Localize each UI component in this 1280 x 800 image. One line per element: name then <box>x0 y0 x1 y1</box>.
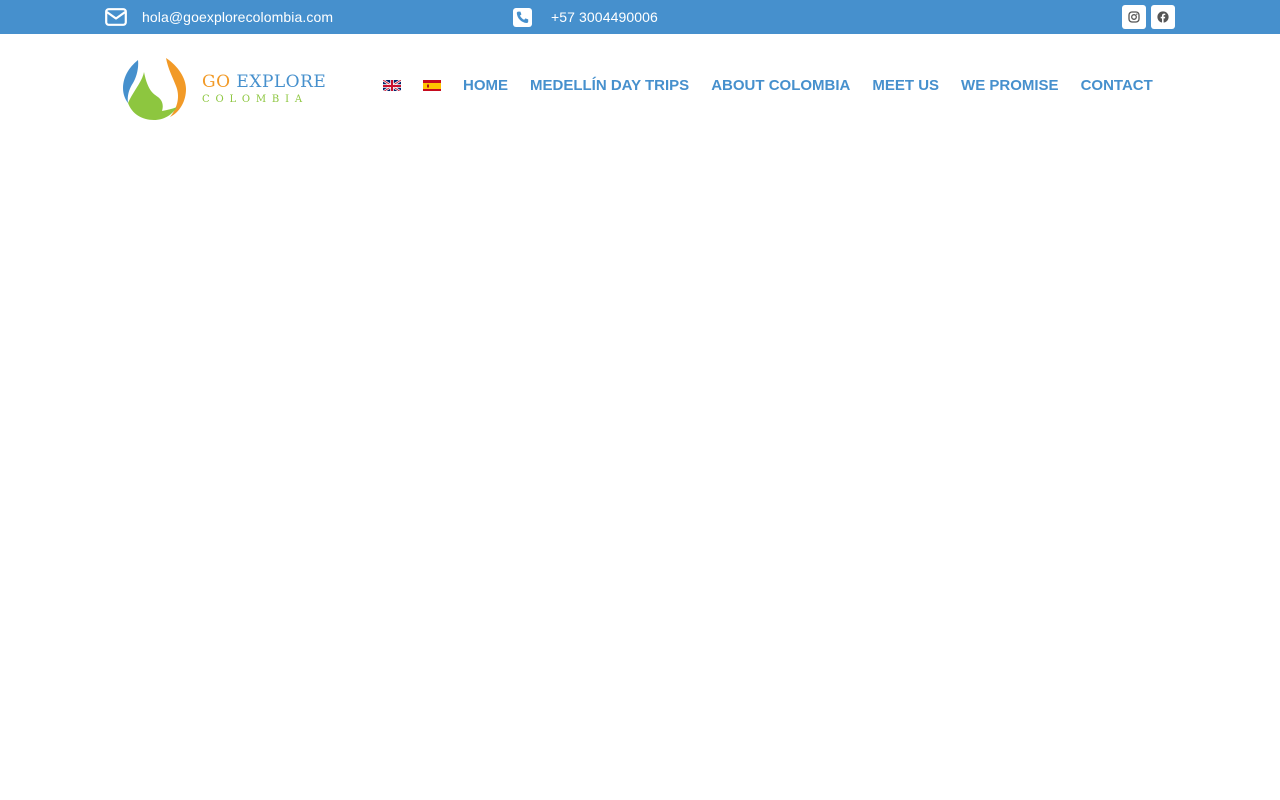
page-content <box>0 134 1280 800</box>
nav-item-meet-us[interactable]: MEET US <box>872 77 939 94</box>
instagram-icon[interactable] <box>1122 5 1146 29</box>
logo-drop-icon <box>123 58 186 120</box>
uk-flag-icon[interactable] <box>383 79 401 91</box>
site-header: GO EXPLORE COLOMBIA HOME MEDELLÍN DAY TR… <box>0 34 1280 134</box>
top-contact-bar: hola@goexplorecolombia.com +57 300449000… <box>0 0 1280 34</box>
logo-wordmark: GO EXPLORE <box>202 72 326 92</box>
nav-item-about-colombia[interactable]: ABOUT COLOMBIA <box>711 77 850 94</box>
logo-word-go: GO <box>202 72 231 92</box>
logo-subtitle: COLOMBIA <box>202 94 308 105</box>
instagram-link[interactable] <box>1122 5 1146 29</box>
site-logo[interactable]: GO EXPLORE COLOMBIA <box>122 56 326 122</box>
phone-square-icon <box>513 7 532 27</box>
logo-word-explore: EXPLORE <box>230 72 327 92</box>
spain-flag-icon[interactable] <box>423 79 441 91</box>
nav-item-contact[interactable]: CONTACT <box>1081 77 1153 94</box>
nav-item-medellin-day-trips[interactable]: MEDELLÍN DAY TRIPS <box>530 77 689 94</box>
nav-item-we-promise[interactable]: WE PROMISE <box>961 77 1059 94</box>
nav-item-home[interactable]: HOME <box>463 77 508 94</box>
envelope-icon <box>105 8 127 26</box>
facebook-link[interactable] <box>1151 5 1175 29</box>
main-nav: HOME MEDELLÍN DAY TRIPS ABOUT COLOMBIA M… <box>463 75 1153 95</box>
email-contact[interactable]: hola@goexplorecolombia.com <box>105 0 333 34</box>
email-address[interactable]: hola@goexplorecolombia.com <box>142 9 333 25</box>
facebook-icon[interactable] <box>1151 5 1175 29</box>
phone-number[interactable]: +57 3004490006 <box>551 9 658 25</box>
phone-contact[interactable]: +57 3004490006 <box>513 0 658 34</box>
